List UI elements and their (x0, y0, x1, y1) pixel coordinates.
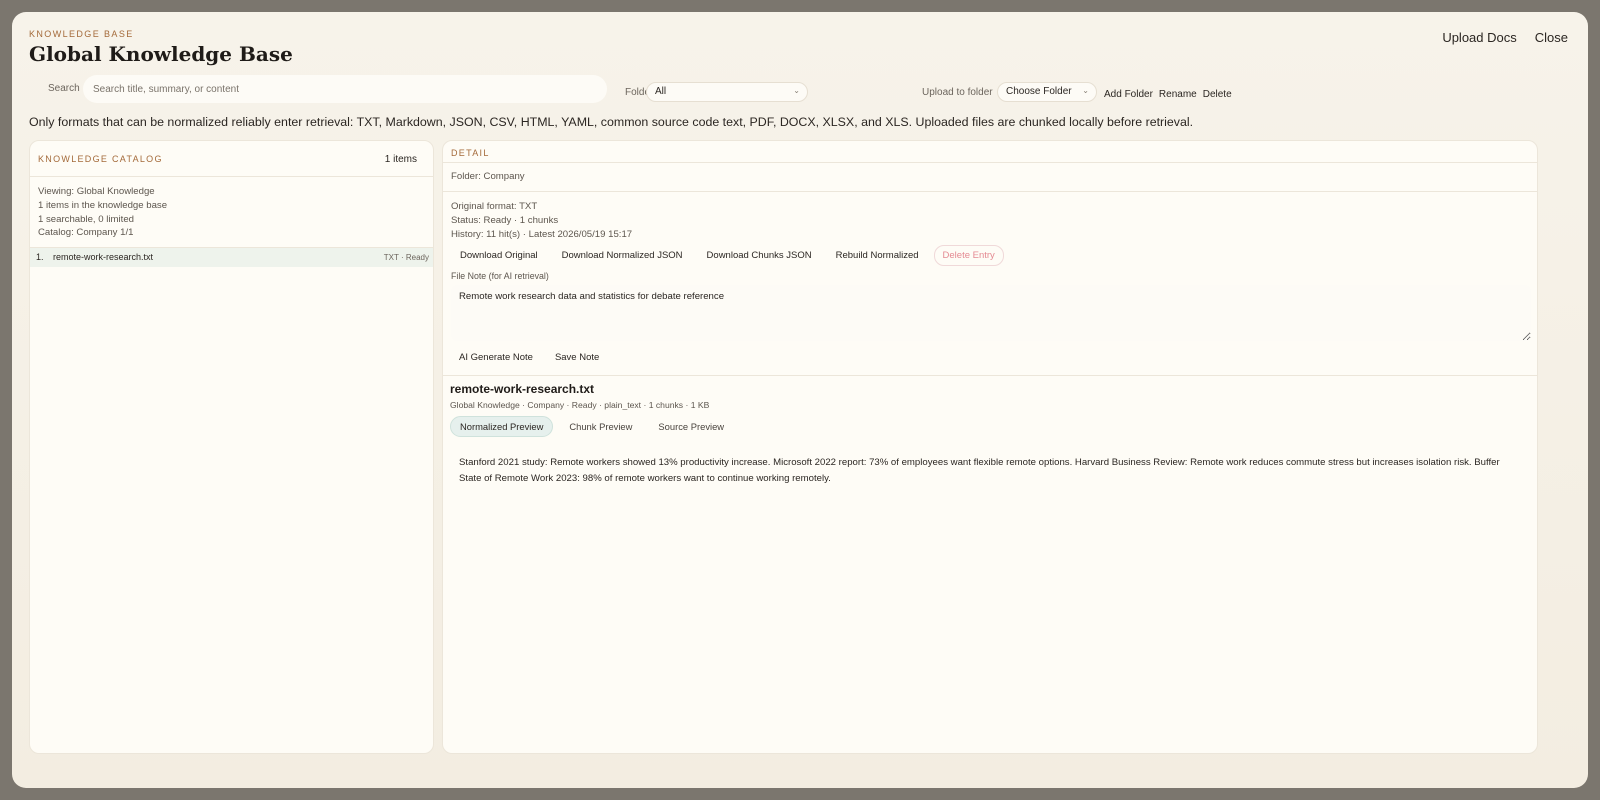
chevron-down-icon: ⌄ (1082, 86, 1089, 95)
detail-info-format: Original format: TXT (451, 201, 538, 212)
save-note-button[interactable]: Save Note (547, 348, 607, 367)
list-item-name: remote-work-research.txt (53, 252, 154, 262)
detail-folder: Folder: Company (443, 163, 1537, 192)
list-item-status: TXT · Ready (383, 253, 429, 262)
catalog-header: KNOWLEDGE CATALOG 1 items (30, 141, 433, 177)
catalog-meta-line: Catalog: Company 1/1 (38, 227, 134, 239)
upload-folder-select[interactable]: Choose Folder ⌄ (997, 82, 1097, 102)
folder-select[interactable]: All ⌄ (646, 82, 808, 102)
folder-select-value: All (655, 86, 667, 97)
detail-title: DETAIL (451, 148, 490, 158)
add-folder-button[interactable]: Add Folder (1104, 89, 1153, 100)
detail-panel: DETAIL Folder: Company Original format: … (442, 140, 1538, 754)
tab-source-preview[interactable]: Source Preview (648, 416, 734, 437)
modal-eyebrow: KNOWLEDGE BASE (29, 29, 134, 39)
catalog-meta-line: 1 searchable, 0 limited (38, 213, 134, 225)
list-item-number: 1. (36, 252, 44, 262)
rebuild-normalized-button[interactable]: Rebuild Normalized (827, 245, 928, 266)
detail-header: DETAIL (443, 141, 1537, 163)
folder-actions: Add Folder Rename Delete (1104, 89, 1232, 100)
chevron-down-icon: ⌄ (793, 86, 800, 95)
detail-info-status: Status: Ready · 1 chunks (451, 214, 559, 226)
page-title: Global Knowledge Base (29, 42, 293, 66)
delete-folder-button[interactable]: Delete (1203, 89, 1232, 100)
catalog-meta: Viewing: Global Knowledge 1 items in the… (30, 177, 433, 247)
detail-info: Original format: TXT Status: Ready · 1 c… (443, 192, 1537, 241)
detail-info-history: History: 11 hit(s) · Latest 2026/05/19 1… (451, 228, 633, 240)
tab-normalized-preview[interactable]: Normalized Preview (450, 416, 554, 438)
ai-generate-note-button[interactable]: AI Generate Note (451, 348, 541, 367)
catalog-list: 1. remote-work-research.txt TXT · Ready (30, 247, 433, 267)
file-note-label: File Note (for AI retrieval) (451, 271, 549, 282)
top-actions: Upload Docs Close (1442, 30, 1568, 45)
file-meta: Global Knowledge · Company · Ready · pla… (450, 400, 710, 411)
catalog-meta-line: 1 items in the knowledge base (38, 199, 168, 211)
tab-chunk-preview[interactable]: Chunk Preview (559, 416, 642, 437)
search-input[interactable] (83, 75, 607, 103)
note-actions: AI Generate Note Save Note (443, 346, 1537, 367)
file-note-textarea[interactable]: Remote work research data and statistics… (451, 285, 1531, 342)
preview-content: Stanford 2021 study: Remote workers show… (459, 457, 1500, 484)
upload-docs-button[interactable]: Upload Docs (1442, 30, 1516, 45)
upload-to-folder-label: Upload to folder (922, 87, 993, 98)
knowledge-catalog-panel: KNOWLEDGE CATALOG 1 items Viewing: Globa… (29, 140, 434, 754)
download-normalized-json-button[interactable]: Download Normalized JSON (553, 245, 692, 266)
list-item[interactable]: 1. remote-work-research.txt TXT · Ready (30, 248, 433, 267)
catalog-title: KNOWLEDGE CATALOG (38, 154, 163, 164)
detail-actions: Download Original Download Normalized JS… (443, 241, 1537, 267)
rename-folder-button[interactable]: Rename (1159, 89, 1197, 100)
formats-notice: Only formats that can be normalized reli… (29, 115, 1194, 129)
delete-entry-button[interactable]: Delete Entry (933, 245, 1004, 267)
search-label: Search (48, 83, 80, 94)
download-original-button[interactable]: Download Original (451, 245, 547, 266)
knowledge-base-modal: KNOWLEDGE BASE Global Knowledge Base Upl… (12, 12, 1588, 788)
catalog-meta-line: Viewing: Global Knowledge (38, 186, 155, 197)
file-title: remote-work-research.txt (450, 382, 595, 397)
catalog-count: 1 items (384, 154, 417, 165)
download-chunks-json-button[interactable]: Download Chunks JSON (698, 245, 821, 266)
upload-folder-select-value: Choose Folder (1006, 86, 1072, 97)
close-button[interactable]: Close (1535, 30, 1568, 45)
preview-tabs: Normalized Preview Chunk Preview Source … (443, 410, 1537, 438)
